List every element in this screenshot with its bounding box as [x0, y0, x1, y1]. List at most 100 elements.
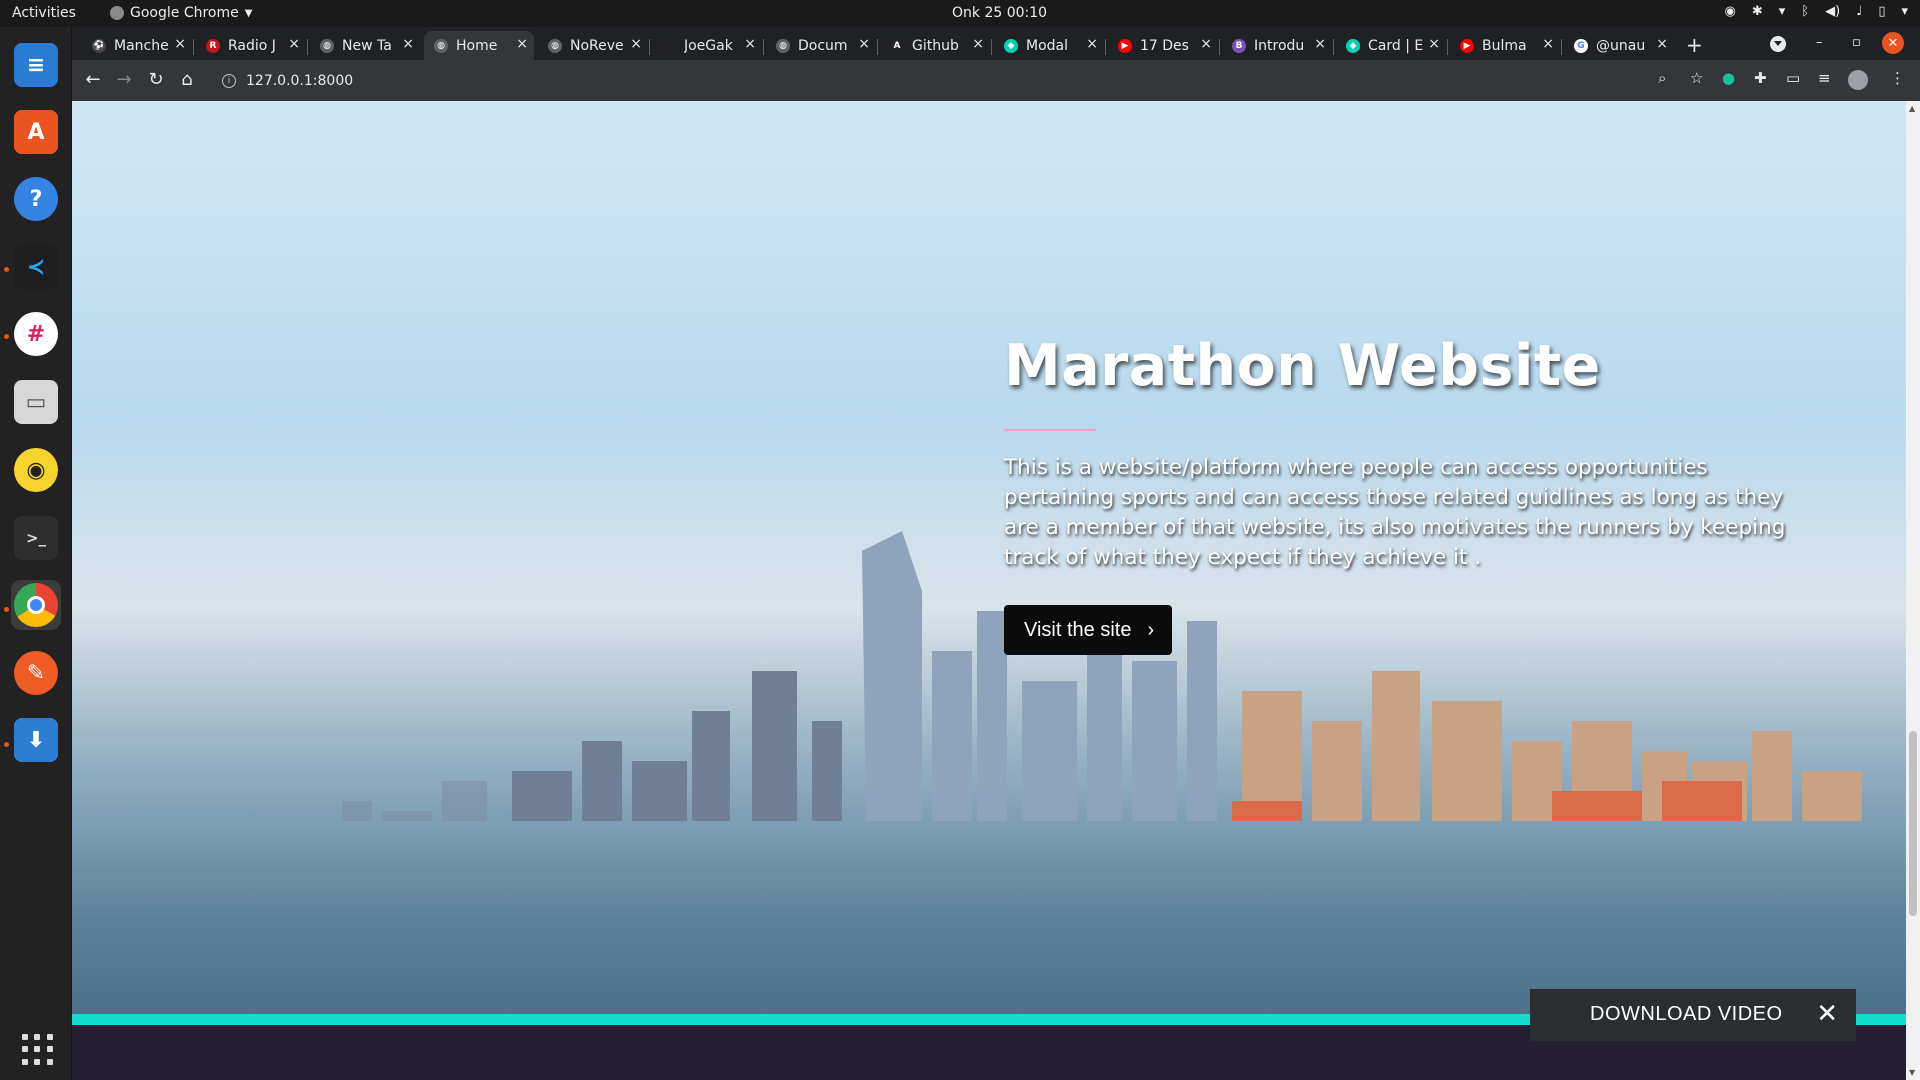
tab-search-icon[interactable]	[1770, 36, 1786, 52]
new-tab-button[interactable]: +	[1686, 33, 1703, 57]
forward-button[interactable]: →	[113, 69, 135, 90]
tab-close-icon[interactable]: ×	[174, 36, 186, 52]
dock-installer[interactable]: ⬇	[11, 715, 61, 765]
browser-tab[interactable]: ◍ Home ×	[424, 31, 534, 60]
browser-tab[interactable]: A Github ×	[880, 31, 990, 60]
grammarly-extension-icon[interactable]: ●	[1722, 69, 1735, 87]
slack-tray-icon[interactable]: ✱	[1752, 4, 1763, 19]
home-button[interactable]: ⌂	[176, 69, 198, 90]
hero-section: Marathon Website This is a website/platf…	[72, 101, 1906, 1023]
download-video-label[interactable]: DOWNLOAD VIDEO	[1590, 1003, 1783, 1026]
page-scrollbar[interactable]: ▲ ▼	[1906, 101, 1920, 1080]
browser-tab[interactable]: B Introdu ×	[1222, 31, 1332, 60]
tab-close-icon[interactable]: ×	[1542, 36, 1554, 52]
bulma-favicon-icon: ◆	[1346, 38, 1360, 53]
download-video-panel[interactable]: DOWNLOAD VIDEO ✕	[1530, 989, 1856, 1041]
dock-writer[interactable]: ≡	[11, 40, 61, 90]
microphone-icon[interactable]: ♩	[1856, 4, 1862, 19]
zoom-icon[interactable]: ⌕	[1658, 69, 1666, 87]
dock-slack[interactable]: #	[11, 309, 61, 359]
bluetooth-icon[interactable]: ᛒ	[1801, 4, 1809, 19]
app-menu-label: Google Chrome	[130, 5, 239, 21]
dock-terminal[interactable]: >_	[11, 513, 61, 563]
reload-button[interactable]: ↻	[145, 69, 167, 90]
scroll-thumb[interactable]	[1909, 731, 1917, 916]
tab-close-icon[interactable]: ×	[1200, 36, 1212, 52]
media-queue-icon[interactable]: ≡	[1818, 69, 1831, 87]
dock-chrome[interactable]	[11, 580, 61, 630]
dock-rhythmbox[interactable]: ◉	[11, 445, 61, 495]
tab-label: Manche	[114, 37, 169, 54]
tab-close-icon[interactable]: ×	[630, 36, 642, 52]
tab-separator	[193, 39, 194, 55]
google-favicon-icon: G	[1574, 38, 1588, 53]
browser-tab[interactable]: ◆ Modal ×	[994, 31, 1104, 60]
system-tray[interactable]: ◉ ✱ ▾ ᛒ ◀) ♩ ▯ ▾	[1725, 4, 1909, 19]
zoom-indicator-icon[interactable]: ◉	[1725, 4, 1736, 19]
globe-favicon-icon: ◍	[434, 38, 448, 53]
kebab-menu-icon[interactable]: ⋮	[1890, 69, 1905, 87]
tab-separator	[877, 39, 878, 55]
tab-close-icon[interactable]: ×	[1656, 36, 1668, 52]
github-favicon-icon	[662, 38, 676, 53]
tab-close-icon[interactable]: ×	[1086, 36, 1098, 52]
back-button[interactable]: ←	[82, 69, 104, 90]
dock-vscode[interactable]: ≺	[11, 242, 61, 292]
tab-label: Bulma	[1482, 37, 1527, 54]
cast-icon[interactable]: ▭	[1786, 69, 1800, 87]
browser-tab[interactable]: ◍ NoReve ×	[538, 31, 648, 60]
a-favicon-icon: A	[890, 38, 904, 53]
tab-close-icon[interactable]: ×	[1428, 36, 1440, 52]
tab-close-icon[interactable]: ×	[516, 36, 528, 52]
dock-help[interactable]: ?	[11, 174, 61, 224]
dock-files[interactable]: ▭	[11, 377, 61, 427]
browser-tab[interactable]: ▶ 17 Des ×	[1108, 31, 1218, 60]
clock[interactable]: Onk 25 00:10	[952, 5, 1047, 21]
tab-close-icon[interactable]: ×	[744, 36, 756, 52]
youtube-favicon-icon: ▶	[1118, 38, 1132, 53]
show-applications-icon[interactable]	[22, 1034, 54, 1066]
browser-tab[interactable]: ▶ Bulma ×	[1450, 31, 1560, 60]
browser-tab[interactable]: JoeGak ×	[652, 31, 762, 60]
tab-close-icon[interactable]: ×	[972, 36, 984, 52]
battery-icon[interactable]: ▯	[1878, 4, 1885, 19]
scroll-down-arrow-icon[interactable]: ▼	[1909, 1068, 1915, 1077]
running-indicator	[4, 334, 9, 339]
browser-window: ⚽ Manche × R Radio J × ◍ New Ta × ◍ Home × ◍ NoReve × J…	[72, 27, 1920, 101]
installer-icon: ⬇	[14, 718, 58, 762]
activities-button[interactable]: Activities	[12, 5, 76, 21]
tab-close-icon[interactable]: ×	[858, 36, 870, 52]
browser-tab[interactable]: G @unau ×	[1564, 31, 1674, 60]
app-menu[interactable]: Google Chrome ▼	[110, 5, 252, 21]
tab-separator	[307, 39, 308, 55]
tab-close-icon[interactable]: ×	[402, 36, 414, 52]
browser-tab[interactable]: ◆ Card | E ×	[1336, 31, 1446, 60]
extensions-puzzle-icon[interactable]: ✚	[1754, 69, 1767, 87]
dock-postman[interactable]: ✎	[11, 648, 61, 698]
volume-icon[interactable]: ◀)	[1825, 4, 1840, 19]
scroll-up-arrow-icon[interactable]: ▲	[1909, 104, 1915, 113]
close-window-button[interactable]: ✕	[1882, 32, 1904, 54]
profile-avatar[interactable]	[1848, 70, 1868, 90]
browser-tab[interactable]: ◍ Docum ×	[766, 31, 876, 60]
chrome-icon	[14, 583, 58, 627]
site-info-icon[interactable]: i	[222, 73, 236, 88]
browser-tab[interactable]: R Radio J ×	[196, 31, 306, 60]
files-icon: ▭	[14, 380, 58, 424]
help-icon: ?	[14, 177, 58, 221]
browser-tab[interactable]: ⚽ Manche ×	[82, 31, 192, 60]
system-menu-caret-icon[interactable]: ▾	[1901, 4, 1908, 19]
tab-close-icon[interactable]: ×	[288, 36, 300, 52]
wifi-icon[interactable]: ▾	[1779, 4, 1786, 19]
browser-tab[interactable]: ◍ New Ta ×	[310, 31, 420, 60]
bookmark-star-icon[interactable]: ☆	[1690, 69, 1703, 87]
hero-title: Marathon Website	[1004, 333, 1601, 399]
maximize-icon[interactable]: ▫	[1852, 35, 1861, 50]
tab-close-icon[interactable]: ×	[1314, 36, 1326, 52]
dock-software[interactable]: A	[11, 107, 61, 157]
tab-separator	[991, 39, 992, 55]
close-icon[interactable]: ✕	[1816, 999, 1838, 1029]
minimize-icon[interactable]: –	[1816, 35, 1823, 50]
address-bar[interactable]: i 127.0.0.1:8000	[210, 65, 1740, 96]
visit-site-button[interactable]: Visit the site ›	[1004, 605, 1173, 655]
